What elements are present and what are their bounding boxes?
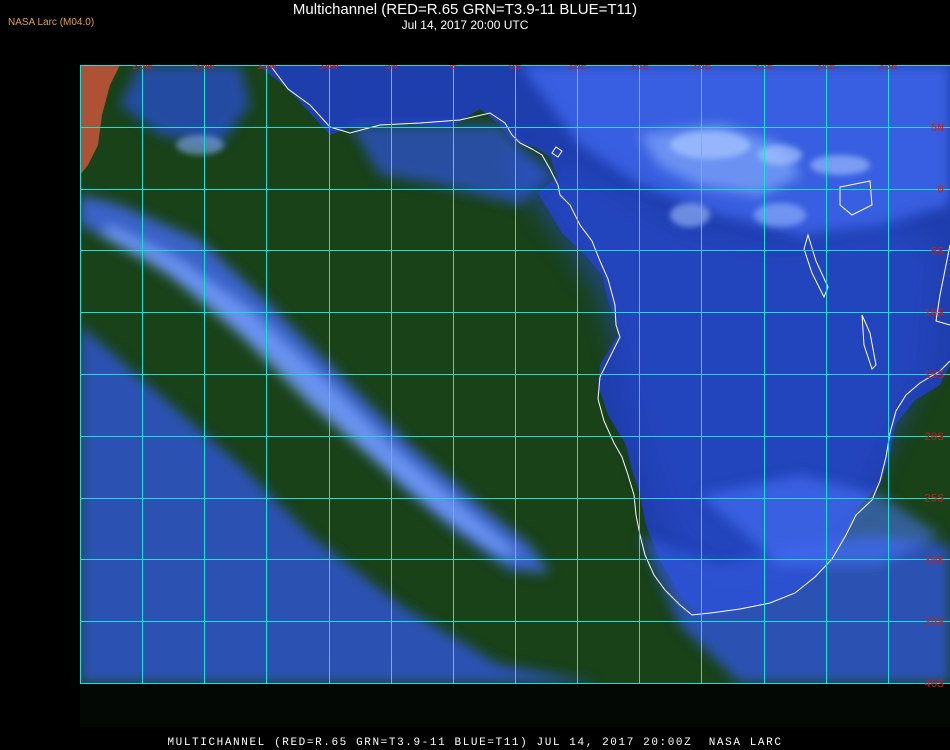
longitude-label: 5E <box>508 65 522 73</box>
image-title: Multichannel (RED=R.65 GRN=T3.9-11 BLUE=… <box>292 1 638 18</box>
latitude-label: 10S <box>924 308 944 320</box>
latitude-label: 25S <box>924 494 944 506</box>
longitude-label: 35E <box>878 65 898 73</box>
longitude-label: 20W <box>194 65 214 73</box>
latitude-label: 20S <box>924 432 944 444</box>
longitude-label: 5W <box>384 65 398 73</box>
longitude-label: 15E <box>629 65 649 73</box>
footer-caption: MULTICHANNEL (RED=R.65 GRN=T3.9-11 BLUE=… <box>167 737 783 749</box>
map-bottom-margin <box>80 683 950 727</box>
longitude-label: 25W <box>132 65 152 73</box>
latitude-label: 35S <box>924 617 944 629</box>
longitude-label: 15W <box>257 65 277 73</box>
latitude-label: 30S <box>924 555 944 567</box>
latitude-label: 40S <box>924 679 944 691</box>
satellite-image-panel: 25W 20W 15W 10W 5W 0 5E 10E 15E 20E 25E 30E 35E 5N 0 5S… <box>80 65 950 727</box>
image-timestamp: Jul 14, 2017 20:00 UTC <box>401 18 529 32</box>
longitude-label: 20E <box>692 65 712 73</box>
longitude-label: 0 <box>450 65 457 73</box>
longitude-label: 25E <box>754 65 774 73</box>
brand-label: NASA Larc (M04.0) <box>8 17 95 28</box>
longitude-label: 10W <box>319 65 339 73</box>
latitude-label: 5N <box>931 123 944 135</box>
longitude-label: 10E <box>567 65 587 73</box>
latitude-label: 15S <box>924 370 944 382</box>
satellite-map: 25W 20W 15W 10W 5W 0 5E 10E 15E 20E 25E 30E 35E 5N 0 5S… <box>80 65 950 727</box>
latitude-label: 0 <box>937 185 944 197</box>
latitude-label: 5S <box>931 246 945 258</box>
longitude-label: 30E <box>816 65 836 73</box>
